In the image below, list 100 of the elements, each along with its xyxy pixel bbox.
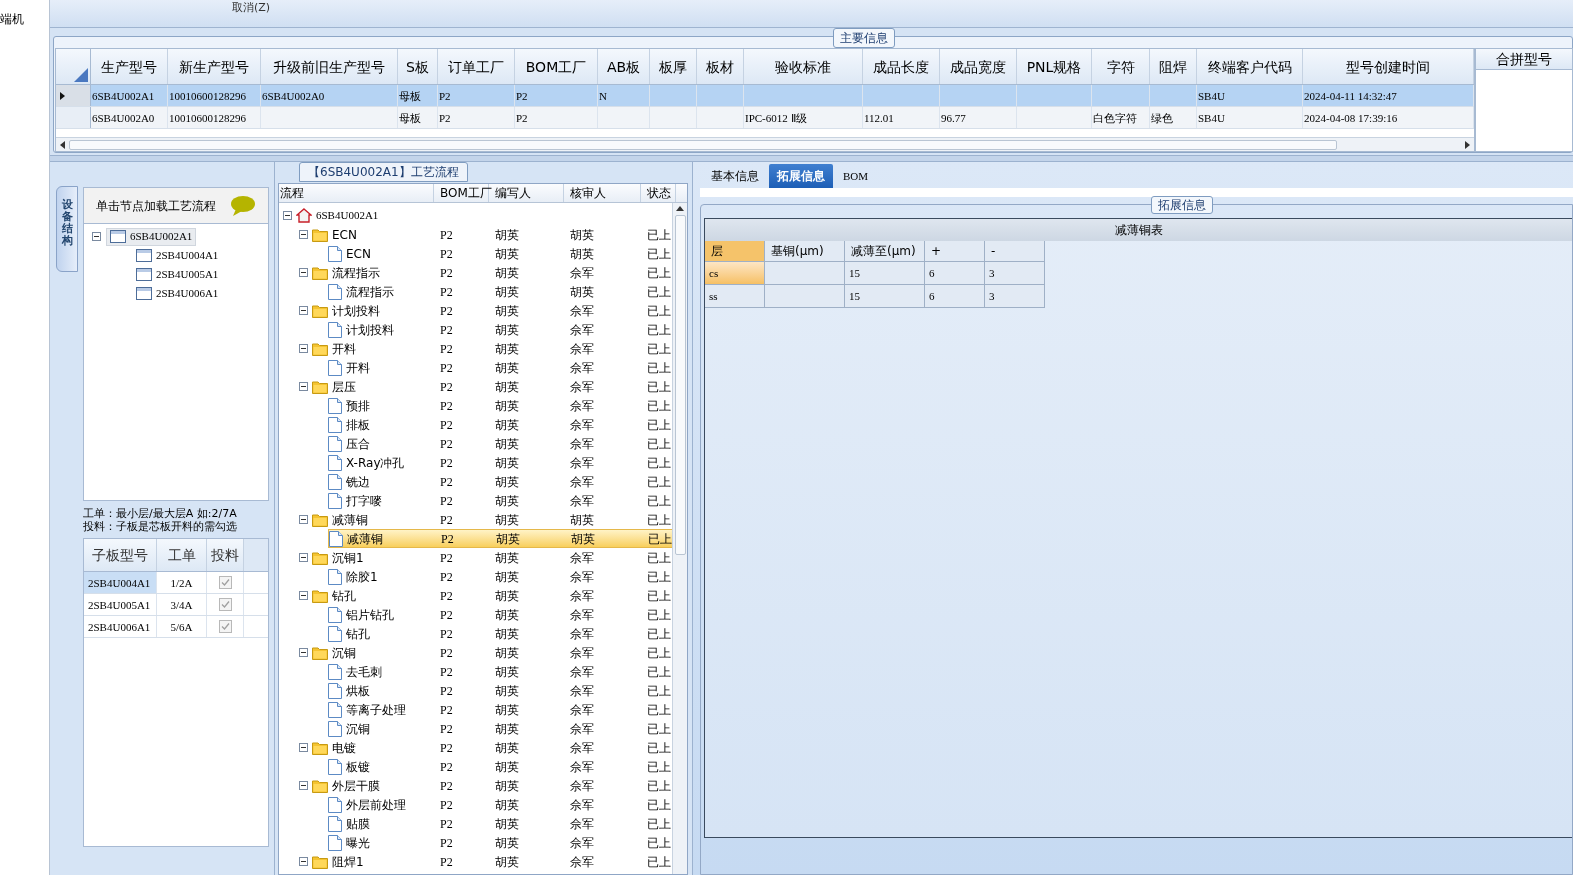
scrollbar-thumb[interactable] <box>674 215 686 555</box>
collapse-icon[interactable] <box>283 211 292 220</box>
scroll-right-icon[interactable] <box>1465 140 1470 149</box>
column-header[interactable]: 板材 <box>697 49 744 84</box>
collapse-icon[interactable] <box>299 230 308 239</box>
column-header[interactable]: 合拼型号 <box>1476 49 1572 70</box>
tree-row[interactable]: 计划投料 P2 胡英 佘军 已上 <box>328 320 672 339</box>
column-header[interactable]: 字符 <box>1092 49 1150 84</box>
tree-row[interactable]: 排板 P2 胡英 佘军 已上 <box>328 415 672 434</box>
column-header[interactable]: 层 <box>705 241 765 262</box>
column-header[interactable]: 核审人 <box>564 184 641 202</box>
column-header[interactable]: 订单工厂 <box>438 49 515 84</box>
select-all-icon[interactable] <box>74 68 88 82</box>
tree-row[interactable]: ECN P2 胡英 胡英 已上 <box>312 225 672 244</box>
menu-label[interactable]: 端机 <box>0 10 49 28</box>
scrollbar-thumb[interactable] <box>69 139 1337 150</box>
tree-row[interactable]: 流程指示 P2 胡英 佘军 已上 <box>312 263 672 282</box>
cancel-button[interactable]: 取消(Z) <box>232 1 271 15</box>
tab[interactable]: BOM <box>835 164 877 188</box>
tree-row[interactable]: 计划投料 P2 胡英 佘军 已上 <box>312 301 672 320</box>
tree-row[interactable]: 铝片钻孔 P2 胡英 佘军 已上 <box>328 605 672 624</box>
tree-row[interactable]: ECN P2 胡英 胡英 已上 <box>328 244 672 263</box>
checkbox[interactable] <box>218 598 232 611</box>
collapse-icon[interactable] <box>299 344 308 353</box>
column-header[interactable]: - <box>985 241 1045 262</box>
tree-row[interactable]: 外层干膜 P2 胡英 佘军 已上 <box>312 776 672 795</box>
column-header[interactable]: AB板 <box>598 49 650 84</box>
column-header[interactable]: 终端客户代码 <box>1197 49 1303 84</box>
tree-item[interactable]: 6SB4U002A1 <box>106 227 197 246</box>
column-header[interactable]: 基铜(μm) <box>765 241 845 262</box>
tree-row[interactable]: 等离子处理 P2 胡英 佘军 已上 <box>328 700 672 719</box>
column-header[interactable]: PNL规格 <box>1017 49 1092 84</box>
tree-row[interactable]: 铣边 P2 胡英 佘军 已上 <box>328 472 672 491</box>
tree-row[interactable]: 减薄铜 P2 胡英 胡英 已上 <box>328 529 672 548</box>
tree-item[interactable]: 2SB4U005A1 <box>132 265 223 284</box>
collapse-icon[interactable] <box>299 306 308 315</box>
tree-row[interactable]: 板镀 P2 胡英 佘军 已上 <box>328 757 672 776</box>
tree-row[interactable]: 沉铜1 P2 胡英 佘军 已上 <box>312 548 672 567</box>
column-header[interactable]: 升级前旧生产型号 <box>261 49 398 84</box>
collapse-icon[interactable] <box>299 268 308 277</box>
tree-row[interactable]: 压合 P2 胡英 佘军 已上 <box>328 434 672 453</box>
tree-row[interactable]: 层压 P2 胡英 佘军 已上 <box>312 377 672 396</box>
tree-row[interactable]: 烘板 P2 胡英 佘军 已上 <box>328 681 672 700</box>
tree-row[interactable]: 贴膜 P2 胡英 佘军 已上 <box>328 814 672 833</box>
tree-row[interactable]: 钻孔 P2 胡英 佘军 已上 <box>312 586 672 605</box>
collapse-icon[interactable] <box>299 781 308 790</box>
collapse-icon[interactable] <box>299 648 308 657</box>
collapse-icon[interactable] <box>299 743 308 752</box>
tab[interactable]: 拓展信息 <box>769 164 833 188</box>
vertical-tab[interactable]: 设备结构 <box>56 186 78 272</box>
tree-row[interactable]: 除胶1 P2 胡英 佘军 已上 <box>328 567 672 586</box>
column-header[interactable]: 阻焊 <box>1150 49 1197 84</box>
column-header[interactable]: 新生产型号 <box>168 49 261 84</box>
vertical-scrollbar[interactable] <box>672 203 687 874</box>
column-header[interactable]: 状态 <box>641 184 676 202</box>
column-header[interactable]: BOM工厂 <box>515 49 598 84</box>
tree-item[interactable]: 2SB4U004A1 <box>132 246 223 265</box>
tree-item[interactable]: 2SB4U006A1 <box>132 284 223 303</box>
collapse-icon[interactable] <box>299 382 308 391</box>
column-header[interactable]: 型号创建时间 <box>1303 49 1474 84</box>
tree-row[interactable]: 去毛刺 P2 胡英 佘军 已上 <box>328 662 672 681</box>
tree-row[interactable]: 沉铜 P2 胡英 佘军 已上 <box>328 719 672 738</box>
tree-row[interactable]: 开料 P2 胡英 佘军 已上 <box>328 358 672 377</box>
tree-row[interactable]: 曝光 P2 胡英 佘军 已上 <box>328 833 672 852</box>
tree-row[interactable]: 流程指示 P2 胡英 胡英 已上 <box>328 282 672 301</box>
column-header[interactable]: 减薄至(μm) <box>845 241 925 262</box>
tree-row[interactable]: 电镀 P2 胡英 佘军 已上 <box>312 738 672 757</box>
collapse-icon[interactable] <box>299 857 308 866</box>
tree-row[interactable]: 预排 P2 胡英 佘军 已上 <box>328 396 672 415</box>
tree-row[interactable]: 阻焊1 P2 胡英 佘军 已上 <box>312 852 672 871</box>
tree-row[interactable]: 打字嘜 P2 胡英 佘军 已上 <box>328 491 672 510</box>
column-header[interactable]: 投料 <box>207 539 244 571</box>
column-header[interactable]: 板厚 <box>650 49 697 84</box>
column-header[interactable]: 生产型号 <box>91 49 168 84</box>
tree-row[interactable]: 开料 P2 胡英 佘军 已上 <box>312 339 672 358</box>
column-header[interactable]: S板 <box>398 49 438 84</box>
horizontal-scrollbar[interactable] <box>56 137 1474 151</box>
collapse-icon[interactable] <box>92 232 101 241</box>
tree-row[interactable]: 减薄铜 P2 胡英 胡英 已上 <box>312 510 672 529</box>
tree-row[interactable]: 钻孔 P2 胡英 佘军 已上 <box>328 624 672 643</box>
tab[interactable]: 基本信息 <box>703 164 767 188</box>
column-header[interactable]: 验收标准 <box>744 49 863 84</box>
tree-row[interactable]: X-Ray冲孔 P2 胡英 佘军 已上 <box>328 453 672 472</box>
column-header[interactable]: 子板型号 <box>84 539 157 571</box>
collapse-icon[interactable] <box>299 553 308 562</box>
scroll-left-icon[interactable] <box>60 140 65 149</box>
tree-row[interactable]: 6SB4U002A1 <box>296 206 672 225</box>
row-header[interactable] <box>56 85 91 106</box>
column-header[interactable]: 流程 <box>279 184 434 202</box>
column-header[interactable]: 工单 <box>157 539 207 571</box>
column-header[interactable]: + <box>925 241 985 262</box>
tree-row[interactable]: 沉铜 P2 胡英 佘军 已上 <box>312 643 672 662</box>
column-header[interactable]: 成品长度 <box>863 49 940 84</box>
tree-row[interactable]: 外层前处理 P2 胡英 佘军 已上 <box>328 795 672 814</box>
column-header[interactable]: 成品宽度 <box>940 49 1017 84</box>
scroll-up-icon[interactable] <box>676 206 684 211</box>
checkbox[interactable] <box>218 620 232 633</box>
collapse-icon[interactable] <box>299 515 308 524</box>
checkbox[interactable] <box>218 576 232 589</box>
collapse-icon[interactable] <box>299 591 308 600</box>
